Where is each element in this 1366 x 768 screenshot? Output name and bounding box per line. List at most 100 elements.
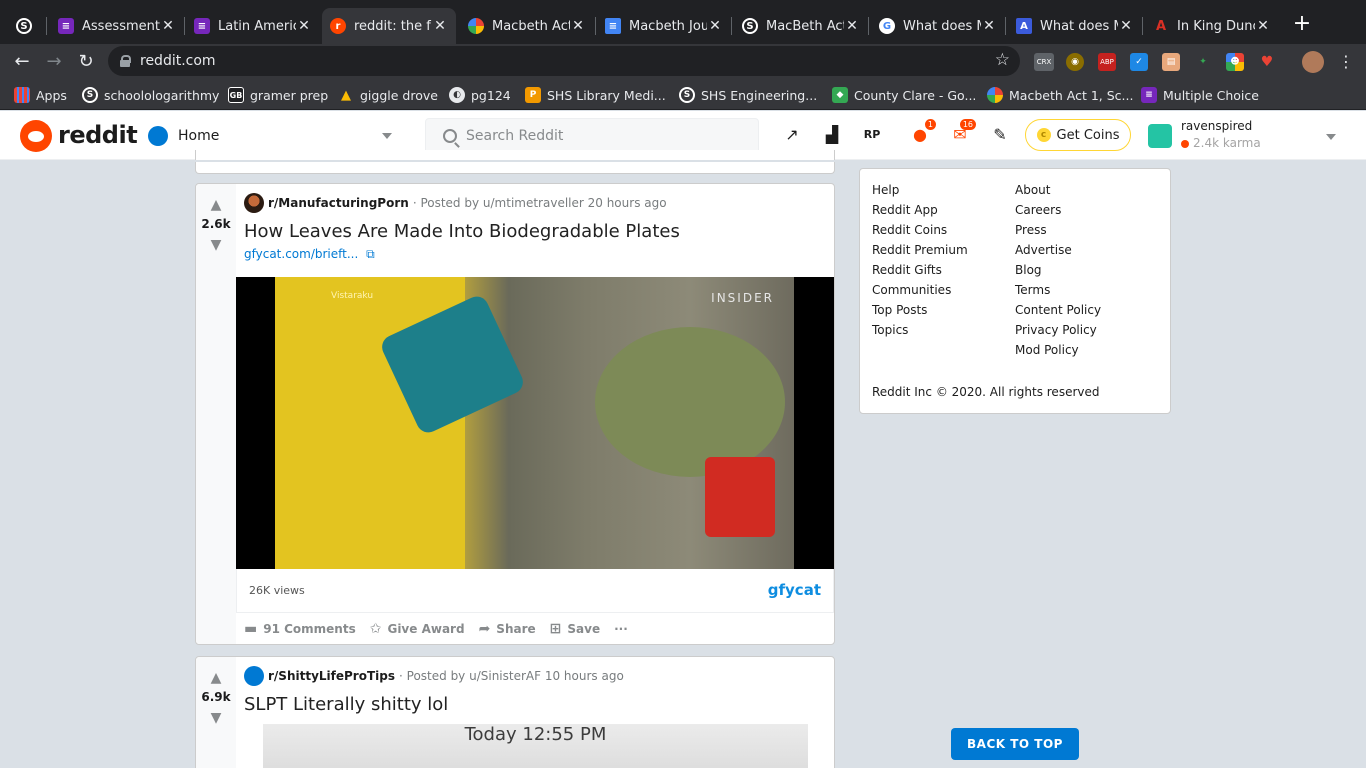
adblock-extension-icon[interactable]: ABP [1098,53,1116,71]
more-options-icon[interactable]: ··· [614,622,628,636]
post-image[interactable]: Today 12:55 PM [263,724,808,768]
link-blog[interactable]: Blog [1015,263,1042,277]
bookmark-pg124[interactable]: ◐ pg124 [449,86,511,104]
share-button[interactable]: ➦ Share [479,621,536,637]
reload-button[interactable]: ↻ [74,50,98,74]
link-reddit-premium[interactable]: Reddit Premium [872,243,968,257]
forward-button[interactable]: → [42,50,66,74]
subreddit-link[interactable]: r/ManufacturingPorn [268,196,409,210]
close-tab-icon[interactable]: ✕ [844,18,860,34]
profile-avatar[interactable] [1302,51,1324,73]
tab-macbeth-act1[interactable]: Macbeth Act 1 ✕ [460,8,594,44]
search-bar[interactable] [425,118,759,154]
reddit-logo-icon[interactable] [20,120,52,152]
close-tab-icon[interactable]: ✕ [160,18,176,34]
search-input[interactable] [466,128,746,144]
close-tab-icon[interactable]: ✕ [707,18,723,34]
close-tab-icon[interactable]: ✕ [981,18,997,34]
link-top-posts[interactable]: Top Posts [872,303,927,317]
upvote-arrow-icon[interactable]: ▲ [209,671,223,685]
close-tab-icon[interactable]: ✕ [570,18,586,34]
post-video[interactable]: INSIDER Vistaraku [236,277,834,569]
owl-extension-icon[interactable]: ◉ [1066,53,1084,71]
bookmark-shs-engineering[interactable]: S SHS Engineering... [679,86,817,104]
tab-what-does[interactable]: A What does Macbeth ✕ [1008,8,1142,44]
bookmark-apps[interactable]: Apps [14,86,67,104]
home-dropdown[interactable]: Home [148,119,398,153]
create-post-pencil-icon[interactable]: ✎ [990,125,1010,145]
bookmark-county-clare[interactable]: ◆ County Clare - Go... [832,86,976,104]
inbox-mail-icon[interactable]: ✉ 16 [950,119,976,145]
save-button[interactable]: ⊞ Save [550,621,600,637]
post-title[interactable]: How Leaves Are Made Into Biodegradable P… [244,221,680,242]
posted-by[interactable]: · Posted by u/mtimetraveller 20 hours ag… [413,196,667,210]
heart-extension-icon[interactable]: ♥ [1258,53,1276,71]
bookmark-giggle-drove[interactable]: ▲ giggle drove [338,86,438,104]
tab-king-duncan[interactable]: A In King Duncan ✕ [1145,8,1279,44]
link-terms[interactable]: Terms [1015,283,1050,297]
back-to-top-button[interactable]: BACK TO TOP [951,728,1079,760]
post-title[interactable]: SLPT Literally shitty lol [244,694,448,715]
comments-button[interactable]: ▬ 91 Comments [244,621,356,637]
close-tab-icon[interactable]: ✕ [432,18,448,34]
popular-trending-icon[interactable]: ↗ [782,125,802,145]
tab-assessment[interactable]: ≡ Assessment ✕ [50,8,184,44]
subreddit-icon[interactable] [244,193,264,213]
address-bar[interactable]: reddit.com ☆ [108,46,1020,76]
upvote-arrow-icon[interactable]: ▲ [209,198,223,212]
link-communities[interactable]: Communities [872,283,951,297]
color-extension-icon[interactable]: ☻ [1226,53,1244,71]
link-help[interactable]: Help [872,183,899,197]
post-card[interactable]: ▲ 6.9k ▼ r/ShittyLifeProTips · Posted by… [195,656,835,768]
chat-icon[interactable]: ● 1 [910,119,936,145]
bookmark-schoolologarithmy[interactable]: S schoolologarithmy [82,86,219,104]
tab-google-what-does[interactable]: G What does Macbeth ✕ [871,8,1005,44]
post-card[interactable]: ▲ 2.6k ▼ r/ManufacturingPorn · Posted by… [195,183,835,645]
link-careers[interactable]: Careers [1015,203,1061,217]
check-extension-icon[interactable]: ✓ [1130,53,1148,71]
tab-schoology[interactable]: S [8,8,48,44]
downvote-arrow-icon[interactable]: ▼ [209,711,223,725]
link-reddit-app[interactable]: Reddit App [872,203,938,217]
rpan-icon[interactable]: RP [862,125,882,145]
get-coins-button[interactable]: c Get Coins [1025,119,1131,151]
subreddit-icon[interactable] [244,666,264,686]
bookmark-gramer-prep[interactable]: GB gramer prep [228,86,328,104]
bookmark-multiple-choice[interactable]: ≡ Multiple Choice [1141,86,1259,104]
leaderboard-icon[interactable]: ▟ [822,125,842,145]
link-press[interactable]: Press [1015,223,1047,237]
crx-extension-icon[interactable]: CRX [1034,53,1054,71]
link-reddit-coins[interactable]: Reddit Coins [872,223,947,237]
link-privacy-policy[interactable]: Privacy Policy [1015,323,1097,337]
close-tab-icon[interactable]: ✕ [296,18,312,34]
bookmark-star-icon[interactable]: ☆ [995,50,1010,70]
gfycat-logo[interactable]: gfycat [768,581,821,599]
user-menu[interactable]: ravenspired 2.4k karma [1148,119,1348,153]
chrome-menu-icon[interactable]: ⋮ [1334,50,1358,74]
link-mod-policy[interactable]: Mod Policy [1015,343,1079,357]
bookmark-shs-library[interactable]: P SHS Library Medi... [525,86,666,104]
leaf-extension-icon[interactable]: ✦ [1194,53,1212,71]
close-tab-icon[interactable]: ✕ [1255,18,1271,34]
link-topics[interactable]: Topics [872,323,908,337]
subreddit-link[interactable]: r/ShittyLifeProTips [268,669,395,683]
link-reddit-gifts[interactable]: Reddit Gifts [872,263,942,277]
address-url[interactable]: reddit.com [140,53,216,69]
link-about[interactable]: About [1015,183,1050,197]
downvote-arrow-icon[interactable]: ▼ [209,238,223,252]
tab-reddit[interactable]: r reddit: the front page ✕ [322,8,456,44]
box-extension-icon[interactable]: ▤ [1162,53,1180,71]
close-tab-icon[interactable]: ✕ [1118,18,1134,34]
tab-macbeth-journal[interactable]: ≡ Macbeth Journal ✕ [597,8,731,44]
link-advertise[interactable]: Advertise [1015,243,1072,257]
reddit-wordmark[interactable]: reddit [58,121,138,149]
give-award-button[interactable]: ✩ Give Award [370,621,465,637]
new-tab-button[interactable]: + [1290,12,1314,36]
tab-macbeth-act[interactable]: S MacBeth Act 1 ✕ [734,8,868,44]
back-button[interactable]: ← [10,50,34,74]
posted-by[interactable]: · Posted by u/SinisterAF 10 hours ago [399,669,624,683]
tab-latin-america[interactable]: ≡ Latin America ✕ [186,8,320,44]
bookmark-macbeth-act1[interactable]: Macbeth Act 1, Sc... [987,86,1133,104]
post-link[interactable]: gfycat.com/brieft... ⧉ [244,247,375,262]
link-content-policy[interactable]: Content Policy [1015,303,1101,317]
